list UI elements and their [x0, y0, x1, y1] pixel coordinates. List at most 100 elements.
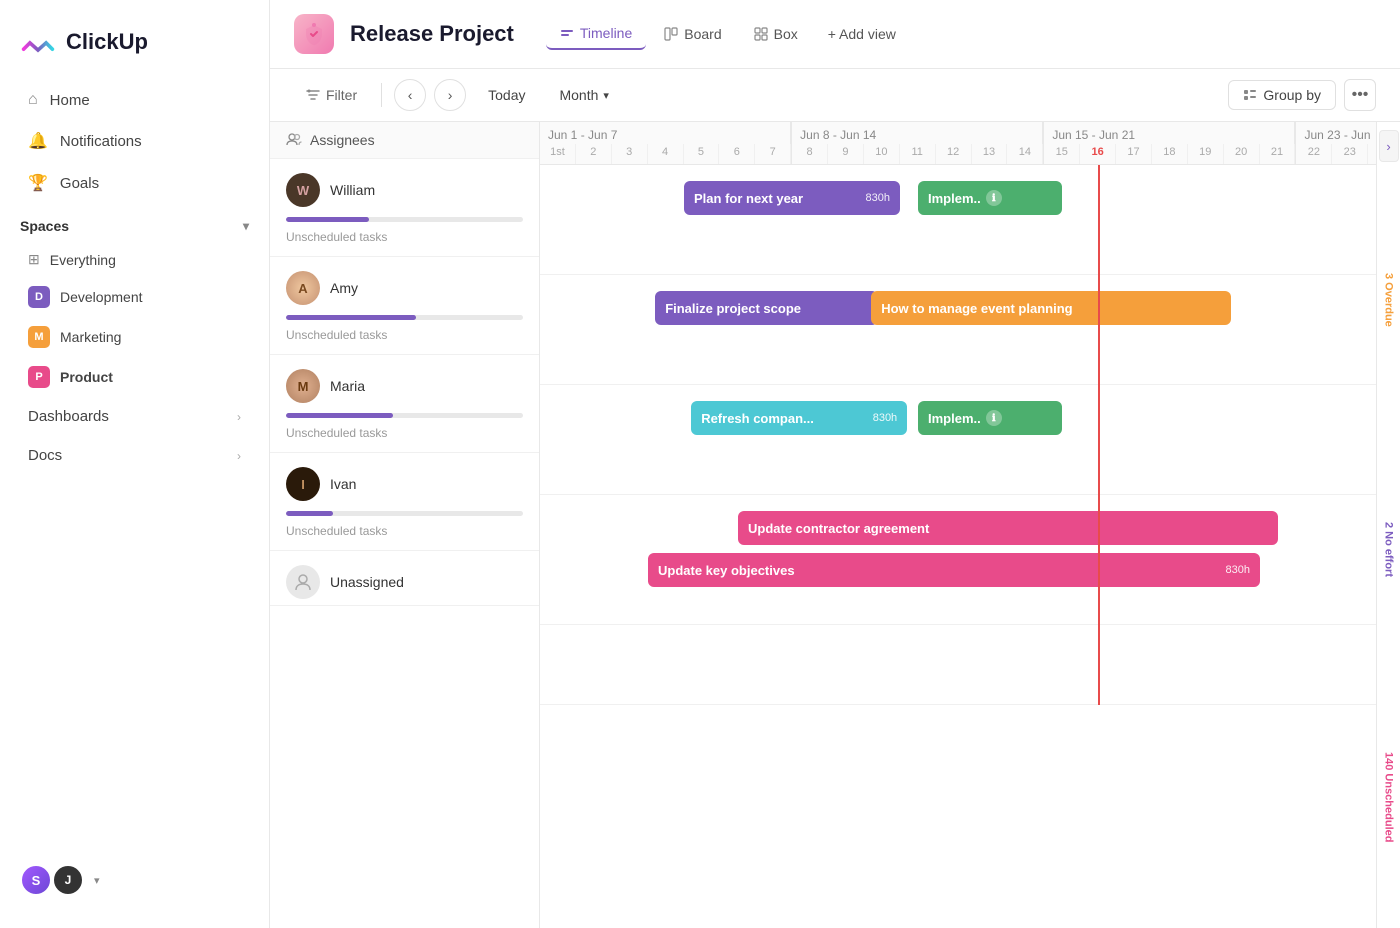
- task-contractor[interactable]: Update contractor agreement: [738, 511, 1278, 545]
- unscheduled-label-maria: Unscheduled tasks: [270, 422, 539, 452]
- day-14: 14: [1007, 144, 1043, 164]
- day-9: 9: [828, 144, 864, 164]
- calendar-grid: Jun 1 - Jun 7 1st 2 3 4 5 6 7 J: [540, 122, 1376, 705]
- unscheduled-label-amy: Unscheduled tasks: [270, 324, 539, 354]
- cal-row-unassigned: [540, 625, 1376, 705]
- month-button[interactable]: Month ▾: [547, 81, 620, 109]
- progress-fill-william: [286, 217, 369, 222]
- day-19: 19: [1188, 144, 1224, 164]
- label-overdue[interactable]: 3 Overdue: [1379, 178, 1398, 423]
- week-label-4: Jun 23 - Jun: [1296, 122, 1376, 144]
- notifications-label: Notifications: [60, 133, 142, 150]
- label-no-effort[interactable]: 2 No effort: [1379, 427, 1398, 672]
- sidebar-item-product[interactable]: P Product: [8, 358, 261, 396]
- avatar-s[interactable]: S: [20, 864, 52, 896]
- spaces-section-header: Spaces ▾: [0, 204, 269, 242]
- day-labels-2: 8 9 10 11 12 13 14: [792, 144, 1043, 164]
- info-icon-maria: ℹ: [986, 410, 1002, 426]
- toolbar-divider-1: [381, 83, 382, 107]
- tab-timeline[interactable]: Timeline: [546, 18, 646, 50]
- day-13: 13: [972, 144, 1008, 164]
- sidebar-bottom: S J ▾: [0, 848, 269, 912]
- day-labels-3: 15 16 17 18 19 20 21: [1044, 144, 1295, 164]
- task-label: Plan for next year: [694, 191, 803, 206]
- day-7: 7: [755, 144, 791, 164]
- spaces-collapse-icon[interactable]: ▾: [243, 219, 249, 233]
- assignee-name-unassigned: Unassigned: [330, 574, 404, 590]
- filter-icon: [306, 88, 320, 102]
- task-time: 830h: [865, 412, 897, 424]
- tab-box[interactable]: Box: [740, 18, 812, 50]
- info-icon: ℹ: [986, 190, 1002, 206]
- task-finalize-scope[interactable]: Finalize project scope: [655, 291, 878, 325]
- marketing-badge: M: [28, 326, 50, 348]
- more-options-button[interactable]: •••: [1344, 79, 1376, 111]
- sidebar-item-marketing[interactable]: M Marketing: [8, 318, 261, 356]
- assignee-row-maria: M Maria Unscheduled tasks: [270, 355, 539, 453]
- task-plan-next-year[interactable]: Plan for next year 830h: [684, 181, 900, 215]
- sidebar-item-dashboards[interactable]: Dashboards ›: [8, 398, 261, 435]
- filter-button[interactable]: Filter: [294, 81, 369, 109]
- timeline-area: Assignees W William Unscheduled tasks A: [270, 122, 1400, 928]
- today-button[interactable]: Today: [474, 81, 539, 109]
- group-by-button[interactable]: Group by: [1228, 80, 1336, 110]
- box-icon: [754, 27, 768, 41]
- week-2: Jun 8 - Jun 14 8 9 10 11 12 13 14: [792, 122, 1044, 164]
- toolbar: Filter ‹ › Today Month ▾ Group by •••: [270, 69, 1400, 122]
- task-manage-event[interactable]: How to manage event planning: [871, 291, 1231, 325]
- week-4: Jun 23 - Jun 22 23 24 25: [1296, 122, 1376, 164]
- product-badge: P: [28, 366, 50, 388]
- sidebar-item-goals[interactable]: 🏆 Goals: [8, 163, 261, 203]
- add-view-button[interactable]: + Add view: [816, 18, 908, 50]
- label-unscheduled[interactable]: 140 Unscheduled: [1379, 675, 1398, 920]
- day-24: 24: [1368, 144, 1376, 164]
- week-label-1: Jun 1 - Jun 7: [540, 122, 791, 144]
- task-implement-william[interactable]: Implem.. ℹ: [918, 181, 1062, 215]
- avatar-maria: M: [286, 369, 320, 403]
- day-20: 20: [1224, 144, 1260, 164]
- day-23: 23: [1332, 144, 1368, 164]
- day-22: 22: [1296, 144, 1332, 164]
- tab-board[interactable]: Board: [650, 18, 735, 50]
- cal-row-maria: Refresh compan... 830h Implem.. ℹ: [540, 385, 1376, 495]
- progress-bar-maria: [286, 413, 523, 418]
- sidebar-item-home[interactable]: ⌂ Home: [8, 81, 261, 119]
- cal-row-ivan: Update contractor agreement Update key o…: [540, 495, 1376, 625]
- day-3: 3: [612, 144, 648, 164]
- sidebar-item-notifications[interactable]: 🔔 Notifications: [8, 121, 261, 161]
- week-3: Jun 15 - Jun 21 15 16 17 18 19 20 21: [1044, 122, 1296, 164]
- assignee-name-maria: Maria: [330, 378, 365, 394]
- day-15: 15: [1044, 144, 1080, 164]
- user-dropdown-icon[interactable]: ▾: [94, 874, 100, 887]
- task-label: Update contractor agreement: [748, 521, 929, 536]
- date-header: Jun 1 - Jun 7 1st 2 3 4 5 6 7 J: [540, 122, 1376, 165]
- user-avatars: S J: [20, 864, 84, 896]
- collapse-panel-button[interactable]: ›: [1379, 130, 1399, 162]
- sidebar-item-everything[interactable]: ⊞ Everything: [8, 243, 261, 276]
- sidebar-item-docs[interactable]: Docs ›: [8, 437, 261, 474]
- task-refresh-company[interactable]: Refresh compan... 830h: [691, 401, 907, 435]
- sidebar-item-development[interactable]: D Development: [8, 278, 261, 316]
- assignee-name-amy: Amy: [330, 280, 358, 296]
- progress-fill-maria: [286, 413, 393, 418]
- logo-area: ClickUp: [0, 16, 269, 80]
- day-21: 21: [1260, 144, 1296, 164]
- week-label-2: Jun 8 - Jun 14: [792, 122, 1043, 144]
- chevron-right-icon: ›: [237, 410, 241, 424]
- avatar-j[interactable]: J: [52, 864, 84, 896]
- development-badge: D: [28, 286, 50, 308]
- task-key-objectives[interactable]: Update key objectives 830h: [648, 553, 1260, 587]
- prev-arrow[interactable]: ‹: [394, 79, 426, 111]
- day-12: 12: [936, 144, 972, 164]
- day-labels-4: 22 23 24 25: [1296, 144, 1376, 164]
- day-4: 4: [648, 144, 684, 164]
- next-arrow[interactable]: ›: [434, 79, 466, 111]
- assignee-row-ivan: I Ivan Unscheduled tasks: [270, 453, 539, 551]
- task-implement-maria[interactable]: Implem.. ℹ: [918, 401, 1062, 435]
- day-1: 1st: [540, 144, 576, 164]
- clickup-logo-icon: [20, 24, 56, 60]
- assignees-label: Assignees: [310, 132, 375, 148]
- week-1: Jun 1 - Jun 7 1st 2 3 4 5 6 7: [540, 122, 792, 164]
- avatar-ivan: I: [286, 467, 320, 501]
- main-header: Release Project Timeline Board: [270, 0, 1400, 69]
